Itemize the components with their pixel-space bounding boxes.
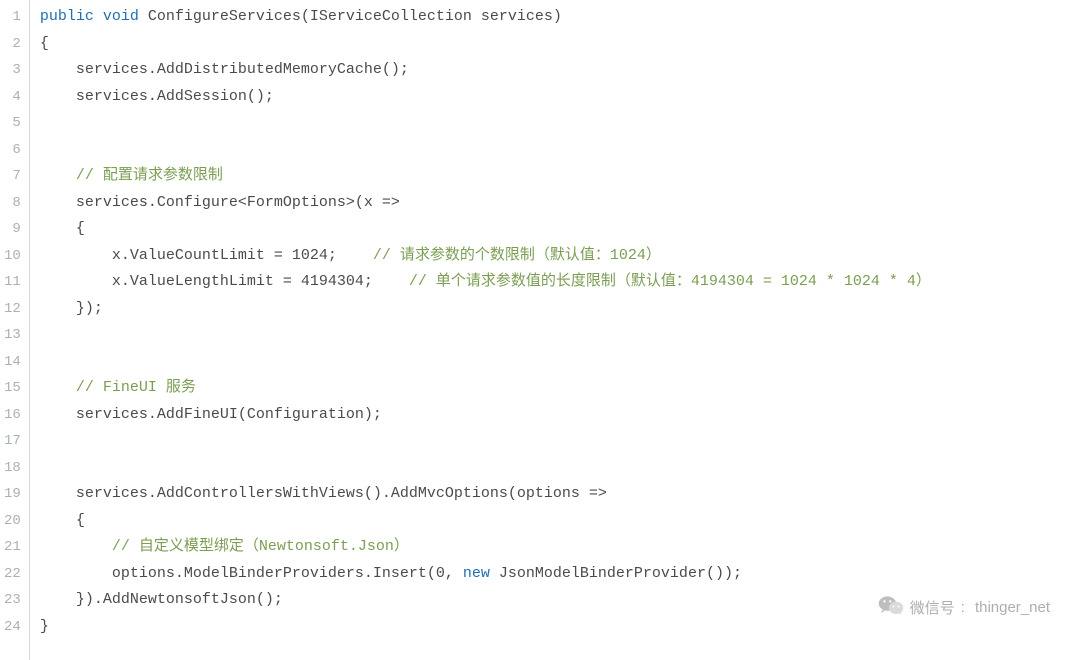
line-number: 19 [4,481,21,508]
line-number: 7 [4,163,21,190]
code-line: { [40,31,1080,58]
line-number: 3 [4,57,21,84]
line-number: 23 [4,587,21,614]
code-line: // FineUI 服务 [40,375,1080,402]
line-number: 15 [4,375,21,402]
line-number: 10 [4,243,21,270]
line-number: 1 [4,4,21,31]
line-number: 13 [4,322,21,349]
code-line: public void ConfigureServices(IServiceCo… [40,4,1080,31]
line-number: 21 [4,534,21,561]
code-line: } [40,614,1080,641]
code-line: }); [40,296,1080,323]
line-number-gutter: 123456789101112131415161718192021222324 [0,0,30,660]
line-number: 4 [4,84,21,111]
line-number: 11 [4,269,21,296]
code-line [40,349,1080,376]
line-number: 17 [4,428,21,455]
line-number: 2 [4,31,21,58]
line-number: 20 [4,508,21,535]
code-line [40,455,1080,482]
line-number: 14 [4,349,21,376]
line-number: 6 [4,137,21,164]
code-line [40,137,1080,164]
code-line: { [40,508,1080,535]
code-line [40,110,1080,137]
line-number: 22 [4,561,21,588]
code-line: services.AddControllersWithViews().AddMv… [40,481,1080,508]
line-number: 12 [4,296,21,323]
code-line: services.AddFineUI(Configuration); [40,402,1080,429]
code-line: options.ModelBinderProviders.Insert(0, n… [40,561,1080,588]
code-line [40,322,1080,349]
code-line: x.ValueCountLimit = 1024; // 请求参数的个数限制（默… [40,243,1080,270]
code-line: x.ValueLengthLimit = 4194304; // 单个请求参数值… [40,269,1080,296]
line-number: 24 [4,614,21,641]
code-line: // 自定义模型绑定（Newtonsoft.Json） [40,534,1080,561]
code-line: services.AddSession(); [40,84,1080,111]
code-block: 123456789101112131415161718192021222324 … [0,0,1080,660]
line-number: 8 [4,190,21,217]
line-number: 5 [4,110,21,137]
code-content: public void ConfigureServices(IServiceCo… [30,0,1080,660]
code-line: // 配置请求参数限制 [40,163,1080,190]
line-number: 16 [4,402,21,429]
code-line: { [40,216,1080,243]
code-line: }).AddNewtonsoftJson(); [40,587,1080,614]
line-number: 9 [4,216,21,243]
code-line: services.AddDistributedMemoryCache(); [40,57,1080,84]
code-line [40,428,1080,455]
code-line: services.Configure<FormOptions>(x => [40,190,1080,217]
line-number: 18 [4,455,21,482]
